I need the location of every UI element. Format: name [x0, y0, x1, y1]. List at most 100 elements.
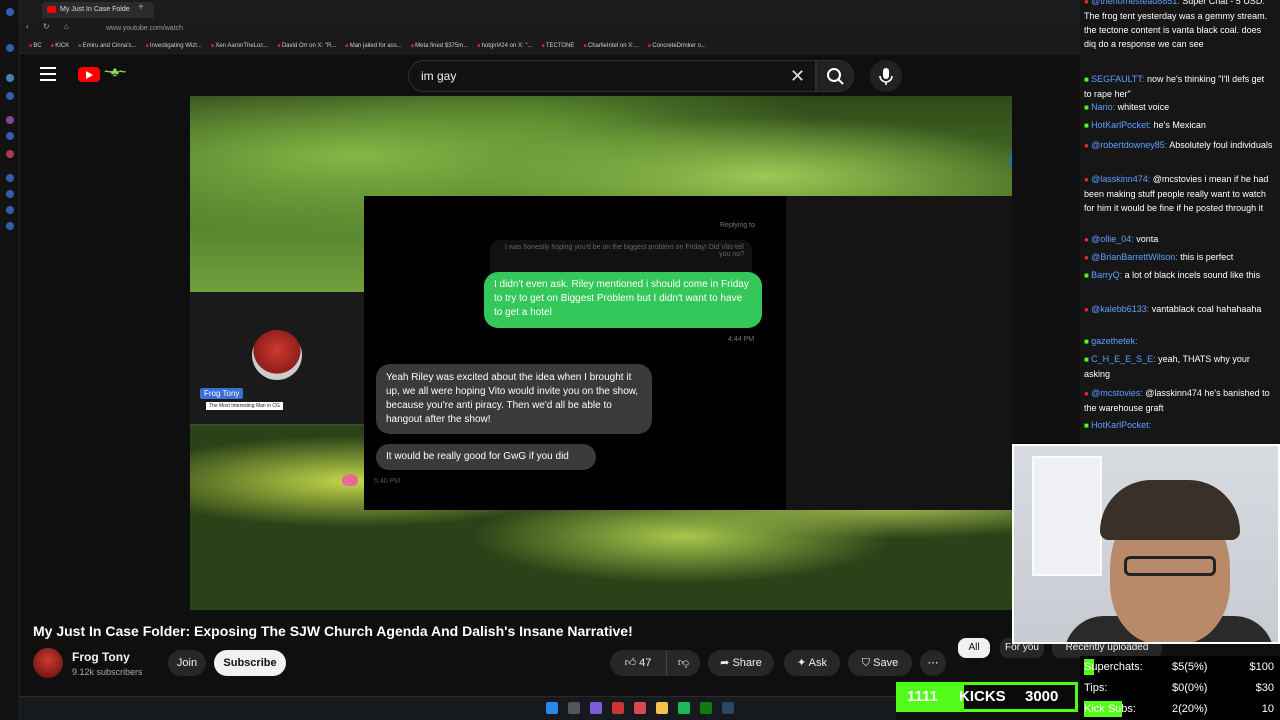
message-timestamp: 4:44 PM	[728, 336, 755, 343]
bookmark-item[interactable]: ConcreteDrinker o...	[648, 38, 706, 54]
sidebar-icon[interactable]	[6, 190, 14, 198]
bookmark-item[interactable]: hotgirl#24 on X: "...	[477, 38, 533, 54]
app-icon[interactable]	[590, 702, 602, 714]
sidebar-icon[interactable]	[6, 44, 14, 52]
superchats-goal: $100	[1249, 661, 1274, 673]
sidebar-icon[interactable]	[6, 132, 14, 140]
xbox-icon[interactable]	[700, 702, 712, 714]
voice-search-button[interactable]	[870, 60, 902, 92]
search-icon[interactable]	[568, 702, 580, 714]
nav-buttons[interactable]: ‹ ↻ ⌂	[26, 22, 75, 31]
url-field[interactable]: www.youtube.com/watch	[106, 23, 346, 35]
kick-subs-goal: 10	[1261, 703, 1274, 715]
share-button[interactable]: ➦ Share	[708, 650, 774, 676]
start-icon[interactable]	[546, 702, 558, 714]
superchats-row: Superchats: $5(5%) $100	[1084, 657, 1276, 677]
chat-message: BarryQ: a lot of black incels sound like…	[1084, 268, 1274, 283]
chat-username[interactable]: SEGFAULTT:	[1084, 74, 1144, 84]
sparkle-icon: ✦	[796, 657, 809, 669]
app-icon[interactable]	[612, 702, 624, 714]
bookmark-item[interactable]: CharlieIntel on X:...	[583, 38, 639, 54]
search-input[interactable]: im gay	[408, 60, 816, 92]
youtube-logo[interactable]	[78, 67, 100, 82]
video-player[interactable]: Frog Tony The Most Interesting Man in CG…	[190, 96, 1012, 610]
search-button[interactable]	[816, 60, 854, 92]
sidebar-icon[interactable]	[6, 174, 14, 182]
bookmark-item[interactable]: Investigating Wizt...	[145, 38, 202, 54]
chat-text: a lot of black incels sound like this	[1124, 270, 1261, 280]
chat-message: HotKarlPocket: he's Mexican	[1084, 118, 1274, 133]
join-button[interactable]: Join	[168, 650, 206, 676]
chat-username[interactable]: @kalebb6133:	[1084, 304, 1149, 314]
more-actions-button[interactable]: ⋯	[920, 650, 946, 676]
chat-text: whitest voice	[1117, 102, 1170, 112]
subscriber-count: 9.12k subscribers	[72, 667, 143, 677]
chat-username[interactable]: HotKarlPocket:	[1084, 120, 1151, 130]
bookmark-item[interactable]: Man jailed for ass...	[345, 38, 402, 54]
clear-search-icon[interactable]: ✕	[790, 66, 805, 87]
video-title: My Just In Case Folder: Exposing The SJW…	[33, 623, 633, 639]
window-background	[1032, 456, 1102, 576]
stream-chat: @thehomestead8851: Super Chat - 5 USD: T…	[1080, 0, 1280, 444]
bookmark-item[interactable]: BC	[29, 38, 41, 54]
kicks-label: KICKS	[959, 688, 1006, 705]
streamer-glasses	[1124, 556, 1216, 576]
kicks-goal-bar: 1111 KICKS 3000	[896, 682, 1078, 712]
ask-button[interactable]: ✦ Ask	[784, 650, 840, 676]
share-arrow-icon: ➦	[720, 657, 733, 669]
chat-text: vantablack coal hahahaaha	[1151, 304, 1262, 314]
chat-username[interactable]: @mcstovies:	[1084, 388, 1143, 398]
sidebar-icon[interactable]	[6, 150, 14, 158]
kick-subs-label: Kick Subs:	[1084, 703, 1136, 715]
sidebar-icon[interactable]	[6, 8, 14, 16]
chat-username[interactable]: gazethetek:	[1084, 336, 1138, 346]
filter-chip-all[interactable]: All	[958, 638, 990, 658]
chat-username[interactable]: @thehomestead8851:	[1084, 0, 1180, 6]
bookmark-item[interactable]: KICK	[51, 38, 69, 54]
cartoon-avatar	[252, 330, 302, 380]
chat-username[interactable]: @robertdowney85:	[1084, 140, 1167, 150]
steam-icon[interactable]	[722, 702, 734, 714]
menu-icon[interactable]	[40, 67, 56, 81]
frog-mascot-icon	[1010, 151, 1012, 169]
thumbs-down-icon: 👎︎	[677, 657, 690, 669]
spotify-icon[interactable]	[678, 702, 690, 714]
chat-username[interactable]: @lasskinn474:	[1084, 174, 1150, 184]
new-tab-icon[interactable]: +	[138, 2, 144, 13]
browser-icon[interactable]	[634, 702, 646, 714]
sidebar-icon[interactable]	[6, 222, 14, 230]
bookmark-item[interactable]: Meta fined $375m...	[411, 38, 468, 54]
channel-name[interactable]: Frog Tony	[72, 650, 130, 664]
sidebar-icon[interactable]	[6, 92, 14, 100]
bookmark-item[interactable]: Emiru and Cinna's...	[78, 38, 137, 54]
chat-text: Absolutely foul individuals	[1169, 140, 1273, 150]
bookmark-item[interactable]: TECTONE	[541, 38, 575, 54]
chat-username[interactable]: @ollie_04:	[1084, 234, 1134, 244]
superchats-value: $5(5%)	[1172, 661, 1208, 673]
chat-username[interactable]: Nario:	[1084, 102, 1115, 112]
bookmark-item[interactable]: Xen AaronTheLoc...	[211, 38, 268, 54]
channel-avatar[interactable]	[33, 648, 63, 678]
sidebar-icon[interactable]	[6, 74, 14, 82]
subscribe-button[interactable]: Subscribe	[214, 650, 286, 676]
kicks-goal: 3000	[1025, 688, 1059, 705]
dislike-button[interactable]: 👎︎	[666, 650, 700, 676]
sent-message-bubble: I didn't even ask. Riley mentioned i sho…	[484, 272, 762, 328]
sidebar-icon[interactable]	[6, 206, 14, 214]
thumbs-up-icon: 👍︎	[624, 657, 637, 669]
folder-icon[interactable]	[656, 702, 668, 714]
received-message-bubble: It would be really good for GwG if you d…	[376, 444, 596, 470]
chat-username[interactable]: HotKarlPocket:	[1084, 420, 1151, 430]
chat-username[interactable]: BarryQ:	[1084, 270, 1122, 280]
chat-username[interactable]: C_H_E_E_S_E:	[1084, 354, 1156, 364]
chat-username[interactable]: @BrianBarrettWilson:	[1084, 252, 1178, 262]
bookmarks-bar: BC KICK Emiru and Cinna's... Investigating …	[20, 38, 1080, 54]
chat-message: @mcstovies: @lasskinn474 he's banished t…	[1084, 386, 1274, 415]
bookmark-item[interactable]: David Orr on X: "R...	[277, 38, 336, 54]
save-button[interactable]: ⛉ Save	[848, 650, 912, 676]
chat-text: he's Mexican	[1153, 120, 1206, 130]
sidebar-icon[interactable]	[6, 116, 14, 124]
like-button[interactable]: 👍︎ 47	[610, 650, 666, 676]
save-label: Save	[873, 657, 899, 669]
ask-label: Ask	[808, 657, 827, 669]
